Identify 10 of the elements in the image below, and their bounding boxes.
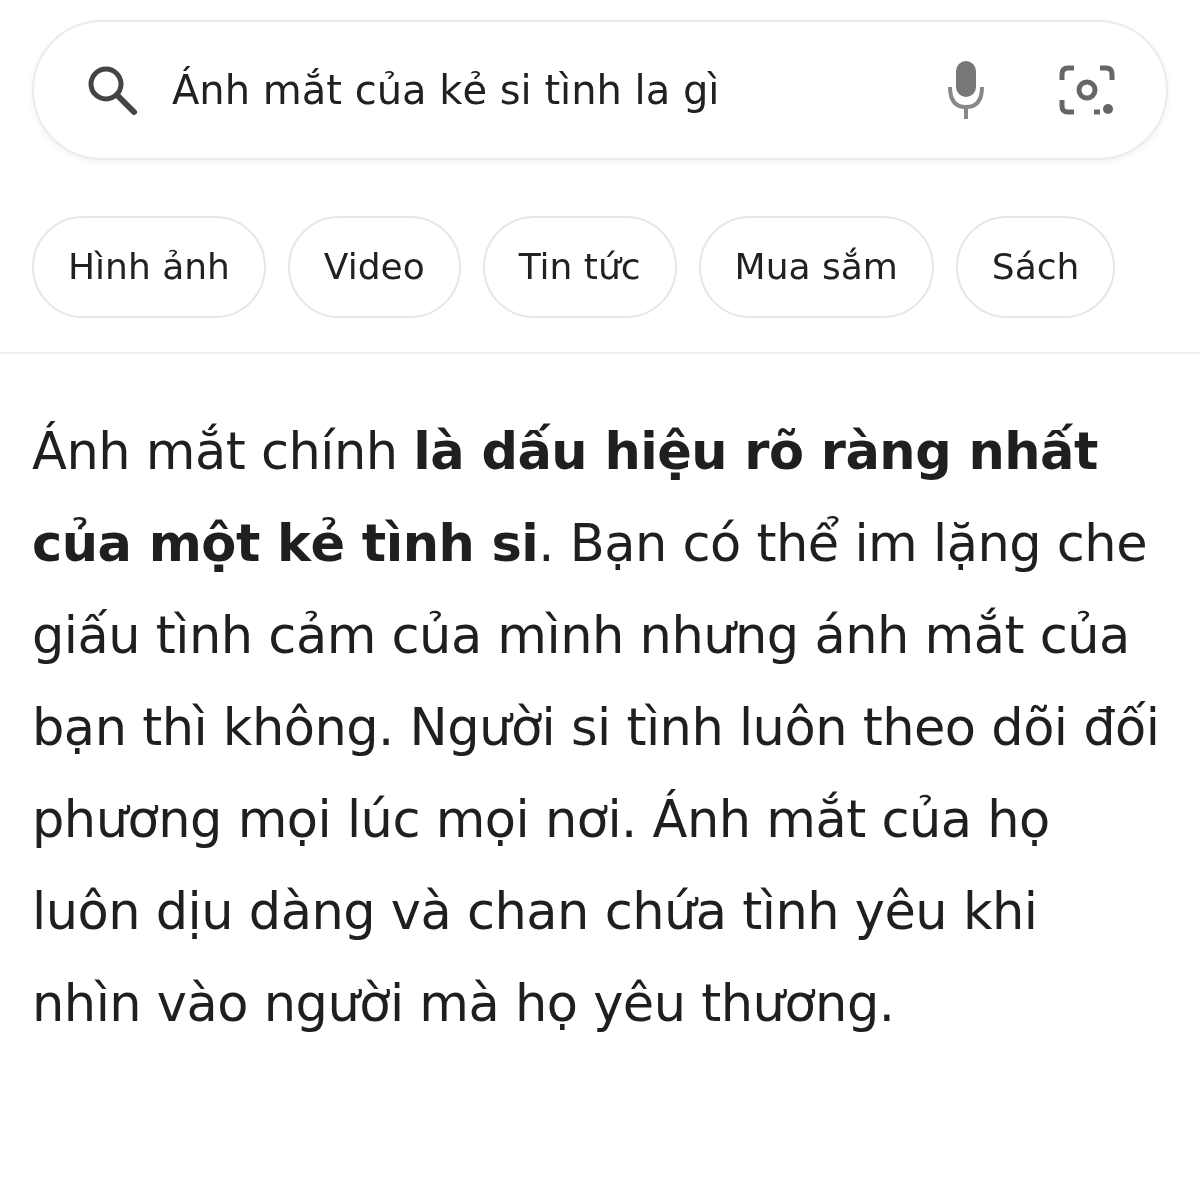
filter-chip[interactable]: Mua sắm	[698, 216, 934, 318]
camera-icon[interactable]	[1058, 64, 1116, 116]
search-input[interactable]: Ánh mắt của kẻ si tình la gì	[172, 60, 922, 120]
search-field[interactable]: Ánh mắt của kẻ si tình la gì	[32, 20, 1168, 160]
filter-chip[interactable]: Tin tức	[482, 216, 677, 318]
filter-chip[interactable]: Hình ảnh	[32, 216, 266, 318]
answer-paragraph: Ánh mắt chính là dấu hiệu rõ ràng nhất của một kẻ tình si. Bạn có thể im lặng che giấu tình cảm của mình nhưng ánh mắt của bạn thì không. Người si tình luôn theo dõi đối phương mọi lúc mọi nơi. Ánh mắt của họ luôn dịu dàng và chan chứa tình yêu khi nhìn vào người mà họ yêu thương.	[31, 420, 1161, 1035]
filter-chip[interactable]: Video	[287, 216, 461, 318]
filter-chip[interactable]: Sách	[955, 216, 1116, 318]
microphone-icon[interactable]	[946, 59, 986, 121]
